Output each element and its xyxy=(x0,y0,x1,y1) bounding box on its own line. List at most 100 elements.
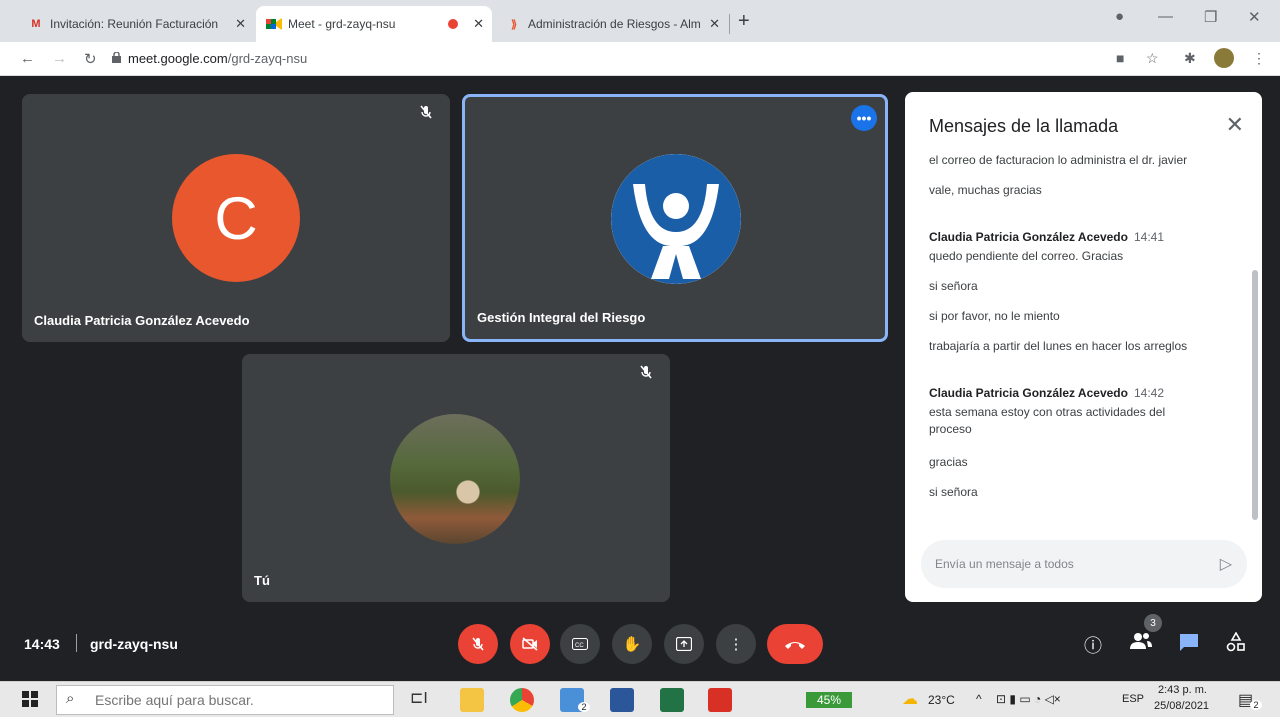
close-tab-icon[interactable]: ✕ xyxy=(709,16,720,32)
extensions-icon[interactable]: ✱ xyxy=(1184,50,1196,67)
sender-name: Claudia Patricia González Acevedo xyxy=(929,386,1128,400)
bookmark-star-icon[interactable]: ☆ xyxy=(1146,50,1159,67)
participants-count-badge: 3 xyxy=(1144,614,1162,632)
more-options-button[interactable]: ⋮ xyxy=(716,624,756,664)
mic-off-icon xyxy=(418,104,436,122)
chevron-up-icon[interactable]: ^ xyxy=(976,692,982,706)
language-indicator[interactable]: ESP xyxy=(1122,693,1144,705)
activities-icon[interactable] xyxy=(1226,631,1246,657)
chat-input[interactable] xyxy=(921,540,1247,588)
close-tab-icon[interactable]: ✕ xyxy=(473,16,484,32)
url-field[interactable]: meet.google.com/grd-zayq-nsu xyxy=(128,51,307,66)
chat-message: quedo pendiente del correo. Gracias xyxy=(929,249,1124,263)
excel-icon[interactable] xyxy=(660,688,684,712)
acrobat-icon[interactable] xyxy=(708,688,732,712)
sender-name: Claudia Patricia González Acevedo xyxy=(929,230,1128,244)
present-screen-button[interactable] xyxy=(664,624,704,664)
present-icon xyxy=(676,637,692,651)
chat-message: si señora xyxy=(929,485,978,499)
gmail-icon: M xyxy=(31,18,41,30)
weather-temp[interactable]: 23°C xyxy=(928,693,955,707)
address-bar: ← → ↻ meet.google.com/grd-zayq-nsu ■ ☆ ✱… xyxy=(0,42,1280,76)
minimize-icon[interactable]: — xyxy=(1158,8,1173,25)
captions-icon: CC xyxy=(572,638,588,650)
mail-badge: 2 xyxy=(578,702,590,712)
tab-gmail[interactable]: M Invitación: Reunión Facturación ✕ xyxy=(18,6,254,42)
reload-icon[interactable]: ↻ xyxy=(84,50,97,68)
close-tab-icon[interactable]: ✕ xyxy=(235,16,246,32)
task-view-icon[interactable]: ⊏I xyxy=(410,688,434,712)
menu-icon[interactable]: ⋮ xyxy=(1252,50,1266,67)
avatar-icon[interactable] xyxy=(1214,48,1234,68)
profile-photo xyxy=(390,414,520,544)
mic-toggle-button[interactable] xyxy=(458,624,498,664)
tab-divider xyxy=(729,14,730,34)
participant-name: Tú xyxy=(254,573,270,588)
participants-icon[interactable] xyxy=(1130,632,1152,655)
recording-indicator-icon xyxy=(448,19,458,29)
message-time: 14:42 xyxy=(1133,386,1164,400)
close-icon[interactable]: ✕ xyxy=(1226,112,1244,138)
tab-title: Administración de Riesgos - Alm xyxy=(528,17,701,31)
tray-icons[interactable]: ⊡ ▮ ▭ ◔ ◁× xyxy=(996,692,1061,706)
message-sender: Claudia Patricia González Acevedo 14:41 xyxy=(929,230,1164,244)
chat-icon[interactable] xyxy=(1178,632,1200,657)
organization-logo xyxy=(611,154,741,284)
self-tile[interactable]: Tú xyxy=(242,354,670,602)
more-options-icon[interactable]: ••• xyxy=(851,105,877,131)
meeting-code: grd-zayq-nsu xyxy=(90,636,178,652)
search-icon: ⌕ xyxy=(66,690,75,707)
send-icon[interactable]: ▷ xyxy=(1220,554,1232,574)
word-icon[interactable] xyxy=(610,688,634,712)
windows-taskbar: ⌕ ⊏I 2 45% ☁ 23°C ^ ⊡ ▮ ▭ ◔ ◁× ESP 2:43 … xyxy=(0,681,1280,717)
chat-message: si señora xyxy=(929,279,978,293)
restore-icon[interactable]: ❐ xyxy=(1204,8,1217,26)
new-tab-button[interactable]: + xyxy=(738,10,750,33)
chat-message: vale, muchas gracias xyxy=(929,183,1042,197)
captions-button[interactable]: CC xyxy=(560,624,600,664)
clock-time[interactable]: 2:43 p. m. xyxy=(1158,684,1207,696)
participant-name: Claudia Patricia González Acevedo xyxy=(34,313,250,328)
chat-title: Mensajes de la llamada xyxy=(929,116,1119,136)
svg-text:CC: CC xyxy=(575,643,584,649)
tab-meet[interactable]: Meet - grd-zayq-nsu ✕ xyxy=(256,6,492,42)
camera-toggle-button[interactable] xyxy=(510,624,550,664)
meet-icon xyxy=(266,16,282,32)
file-explorer-icon[interactable] xyxy=(460,688,484,712)
tab-title: Invitación: Reunión Facturación xyxy=(50,17,219,31)
profile-icon[interactable]: ● xyxy=(1115,8,1124,25)
forward-icon[interactable]: → xyxy=(52,50,67,67)
meeting-info-icon[interactable]: ⓘ xyxy=(1084,632,1102,658)
divider xyxy=(76,634,77,652)
hand-icon: ✋ xyxy=(622,636,642,653)
windows-start-icon[interactable] xyxy=(22,691,38,712)
avatar: C xyxy=(172,154,300,282)
chat-message: esta semana estoy con otras actividades … xyxy=(929,405,1166,436)
url-host: meet.google.com xyxy=(128,51,228,66)
chat-scrollbar[interactable] xyxy=(1252,270,1258,520)
leave-call-button[interactable] xyxy=(767,624,823,664)
close-window-icon[interactable]: ✕ xyxy=(1248,8,1261,26)
chat-panel: Mensajes de la llamada ✕ el correo de fa… xyxy=(905,92,1262,602)
participant-tile[interactable]: C Claudia Patricia González Acevedo xyxy=(22,94,450,342)
chat-message: el correo de facturacion lo administra e… xyxy=(929,153,1188,167)
tab-riesgos[interactable]: ⟫ Administración de Riesgos - Alm ✕ xyxy=(496,6,728,42)
browser-tab-bar: M Invitación: Reunión Facturación ✕ Meet… xyxy=(0,0,1280,42)
camera-in-use-icon[interactable]: ■ xyxy=(1116,50,1124,66)
weather-icon[interactable]: ☁ xyxy=(902,689,918,709)
chrome-icon[interactable] xyxy=(510,688,534,712)
chat-message: gracias xyxy=(929,455,968,469)
raise-hand-button[interactable]: ✋ xyxy=(612,624,652,664)
hangup-icon xyxy=(785,642,805,649)
battery-indicator: 45% xyxy=(806,692,852,708)
clock-date[interactable]: 25/08/2021 xyxy=(1154,700,1209,712)
participant-tile-active-speaker[interactable]: ••• Gestión Integral del Riesgo xyxy=(462,94,888,342)
lock-icon xyxy=(112,52,121,63)
message-time: 14:41 xyxy=(1133,230,1164,244)
back-icon[interactable]: ← xyxy=(20,50,35,67)
mic-off-icon xyxy=(472,637,484,651)
url-path: /grd-zayq-nsu xyxy=(227,51,308,66)
meeting-controls-bar: 14:43 grd-zayq-nsu CC ✋ ⋮ ⓘ 3 xyxy=(0,612,1280,676)
taskbar-search-input[interactable] xyxy=(56,685,394,715)
chat-message: trabajaría a partir del lunes en hacer l… xyxy=(929,339,1188,353)
